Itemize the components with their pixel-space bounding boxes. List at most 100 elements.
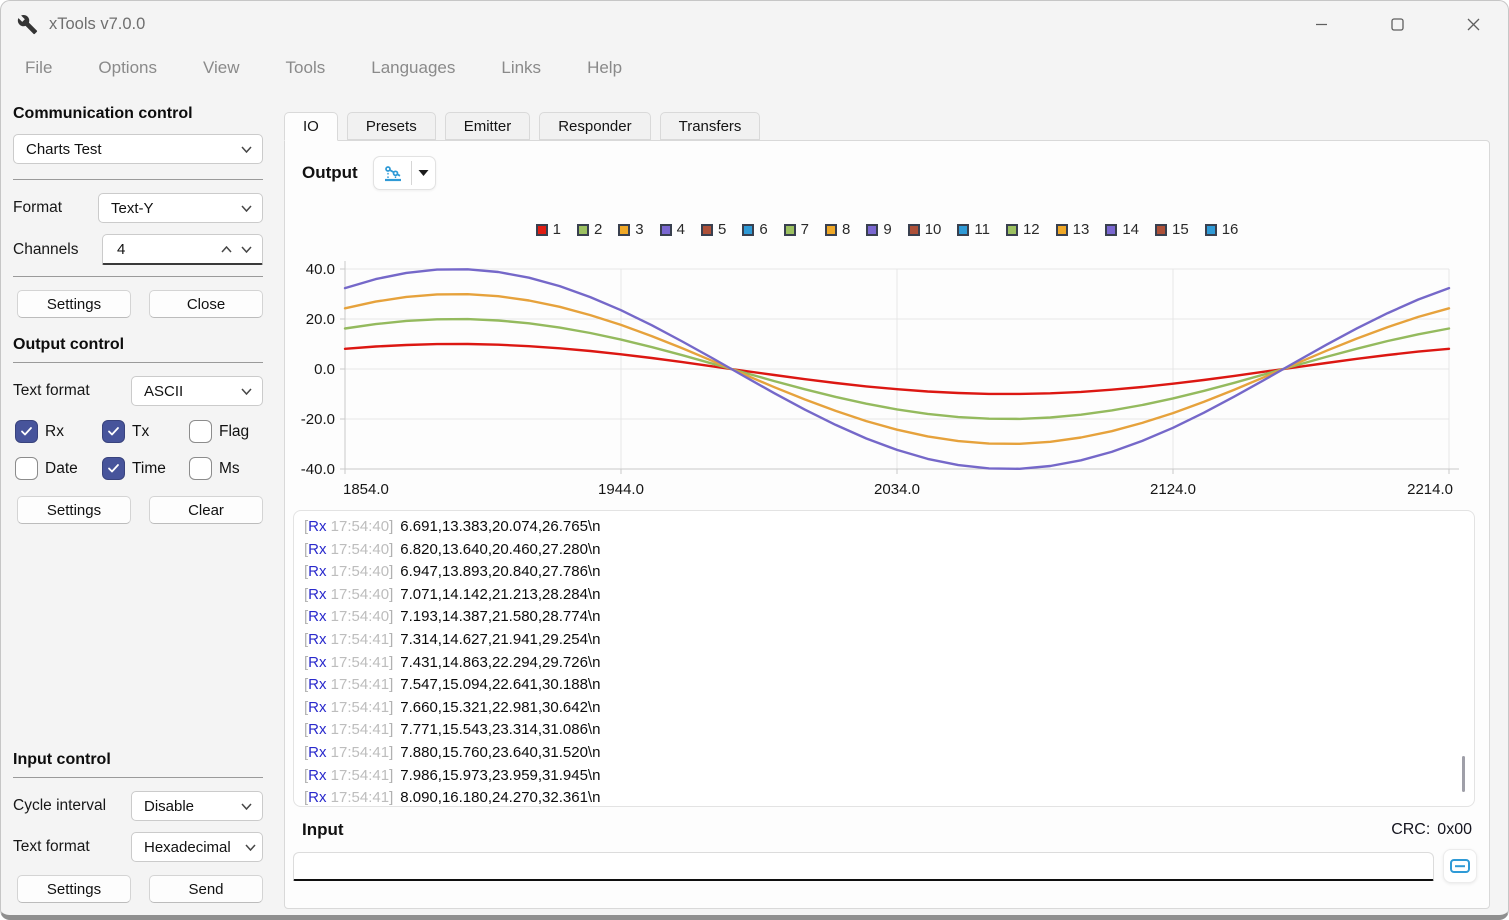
maximize-button[interactable] bbox=[1380, 9, 1414, 39]
checkbox-label: Flag bbox=[219, 423, 249, 441]
menu-item-options[interactable]: Options bbox=[98, 58, 157, 78]
close-button[interactable] bbox=[1456, 9, 1490, 39]
legend-swatch bbox=[660, 224, 672, 236]
log-scrollbar[interactable] bbox=[1462, 756, 1465, 792]
checkbox-flag[interactable]: Flag bbox=[189, 420, 265, 443]
legend-item-5[interactable]: 5 bbox=[701, 221, 726, 238]
menu-item-links[interactable]: Links bbox=[501, 58, 541, 78]
input-send-button[interactable]: Send bbox=[149, 875, 263, 903]
checkbox-tx[interactable]: Tx bbox=[102, 420, 189, 443]
sidebar-spacer bbox=[13, 536, 263, 751]
legend-item-3[interactable]: 3 bbox=[618, 221, 643, 238]
input-text-format-select[interactable]: Hexadecimal bbox=[131, 832, 263, 862]
app-window: xTools v7.0.0 FileOptionsViewToolsLangua… bbox=[0, 0, 1509, 920]
log-data: 7.771,15.543,23.314,31.086\n bbox=[400, 721, 600, 738]
output-log[interactable]: [Rx 17:54:40]6.691,13.383,20.074,26.765\… bbox=[293, 510, 1475, 807]
bracket: ] bbox=[389, 563, 393, 580]
legend-item-15[interactable]: 15 bbox=[1155, 221, 1189, 238]
svg-text:1944.0: 1944.0 bbox=[598, 481, 644, 498]
log-row: [Rx 17:54:40]6.820,13.640,20.460,27.280\… bbox=[304, 539, 1474, 562]
bracket: ] bbox=[389, 586, 393, 603]
legend-item-10[interactable]: 10 bbox=[908, 221, 942, 238]
tab-io[interactable]: IO bbox=[284, 112, 338, 141]
checkbox-label: Ms bbox=[219, 460, 240, 478]
chevron-down-icon bbox=[241, 388, 252, 395]
cycle-interval-select[interactable]: Disable bbox=[131, 791, 263, 821]
device-select[interactable]: Charts Test bbox=[13, 134, 263, 164]
cycle-interval-label: Cycle interval bbox=[13, 797, 106, 815]
legend-item-4[interactable]: 4 bbox=[660, 221, 685, 238]
textbox-icon bbox=[1449, 857, 1471, 875]
legend-swatch bbox=[536, 224, 548, 236]
comm-close-button[interactable]: Close bbox=[149, 290, 263, 318]
checkbox-ms[interactable]: Ms bbox=[189, 457, 265, 480]
bracket: ] bbox=[389, 541, 393, 558]
log-rows: [Rx 17:54:40]6.691,13.383,20.074,26.765\… bbox=[304, 516, 1474, 807]
format-label: Format bbox=[13, 199, 62, 217]
menu-item-languages[interactable]: Languages bbox=[371, 58, 455, 78]
legend-swatch bbox=[866, 224, 878, 236]
rx-tag: Rx bbox=[308, 676, 326, 693]
tab-presets[interactable]: Presets bbox=[347, 112, 436, 140]
menu-item-file[interactable]: File bbox=[25, 58, 52, 78]
comm-settings-button[interactable]: Settings bbox=[17, 290, 131, 318]
input-field[interactable] bbox=[293, 852, 1434, 881]
timestamp: 17:54:41 bbox=[327, 676, 390, 693]
svg-text:1854.0: 1854.0 bbox=[343, 481, 389, 498]
output-settings-button[interactable]: Settings bbox=[17, 496, 131, 524]
output-checkbox-grid: RxTx Flag DateTime Ms bbox=[15, 420, 263, 480]
legend-label: 1 bbox=[553, 221, 561, 238]
log-data: 6.820,13.640,20.460,27.280\n bbox=[400, 541, 600, 558]
legend-label: 11 bbox=[974, 221, 990, 238]
legend-label: 4 bbox=[677, 221, 685, 238]
svg-text:2124.0: 2124.0 bbox=[1150, 481, 1196, 498]
legend-item-13[interactable]: 13 bbox=[1056, 221, 1090, 238]
output-clear-button[interactable]: Clear bbox=[149, 496, 263, 524]
tab-emitter[interactable]: Emitter bbox=[445, 112, 531, 140]
tab-responder[interactable]: Responder bbox=[539, 112, 650, 140]
checkbox-date[interactable]: Date bbox=[15, 457, 102, 480]
tab-transfers[interactable]: Transfers bbox=[660, 112, 761, 140]
log-row: [Rx 17:54:41]7.880,15.760,23.640,31.520\… bbox=[304, 742, 1474, 765]
input-format-button[interactable] bbox=[1443, 849, 1477, 883]
legend-item-8[interactable]: 8 bbox=[825, 221, 850, 238]
log-row: [Rx 17:54:41]7.986,15.973,23.959,31.945\… bbox=[304, 765, 1474, 788]
input-settings-button[interactable]: Settings bbox=[17, 875, 131, 903]
log-row: [Rx 17:54:41]8.090,16.180,24.270,32.361\… bbox=[304, 787, 1474, 807]
legend-item-9[interactable]: 9 bbox=[866, 221, 891, 238]
legend-item-2[interactable]: 2 bbox=[577, 221, 602, 238]
timestamp: 17:54:41 bbox=[327, 631, 390, 648]
rx-tag: Rx bbox=[308, 608, 326, 625]
chevron-up-icon bbox=[221, 246, 232, 253]
legend-item-1[interactable]: 1 bbox=[536, 221, 561, 238]
checkmark-icon bbox=[102, 420, 125, 443]
rx-tag: Rx bbox=[308, 518, 326, 535]
log-row: [Rx 17:54:41]7.660,15.321,22.981,30.642\… bbox=[304, 697, 1474, 720]
legend-item-11[interactable]: 11 bbox=[957, 221, 990, 238]
menu-item-help[interactable]: Help bbox=[587, 58, 622, 78]
legend-item-7[interactable]: 7 bbox=[784, 221, 809, 238]
legend-item-6[interactable]: 6 bbox=[742, 221, 767, 238]
legend-item-16[interactable]: 16 bbox=[1205, 221, 1239, 238]
legend-item-12[interactable]: 12 bbox=[1006, 221, 1040, 238]
format-select[interactable]: Text-Y bbox=[98, 193, 263, 223]
menu-item-tools[interactable]: Tools bbox=[286, 58, 326, 78]
menu-item-view[interactable]: View bbox=[203, 58, 240, 78]
rx-tag: Rx bbox=[308, 721, 326, 738]
minimize-button[interactable] bbox=[1304, 9, 1338, 39]
bracket: ] bbox=[389, 789, 393, 806]
checkbox-rx[interactable]: Rx bbox=[15, 420, 102, 443]
log-row: [Rx 17:54:41]7.314,14.627,21.941,29.254\… bbox=[304, 629, 1474, 652]
legend-swatch bbox=[784, 224, 796, 236]
bracket: ] bbox=[389, 608, 393, 625]
channels-stepper[interactable]: 4 bbox=[102, 234, 263, 265]
legend-item-14[interactable]: 14 bbox=[1105, 221, 1139, 238]
checkbox-box bbox=[15, 457, 38, 480]
legend-label: 7 bbox=[801, 221, 809, 238]
log-row: [Rx 17:54:40]6.691,13.383,20.074,26.765\… bbox=[304, 516, 1474, 539]
checkbox-time[interactable]: Time bbox=[102, 457, 189, 480]
chart-type-button[interactable] bbox=[373, 156, 436, 190]
legend-label: 2 bbox=[594, 221, 602, 238]
output-text-format-select[interactable]: ASCII bbox=[131, 376, 263, 406]
timestamp: 17:54:40 bbox=[327, 563, 390, 580]
